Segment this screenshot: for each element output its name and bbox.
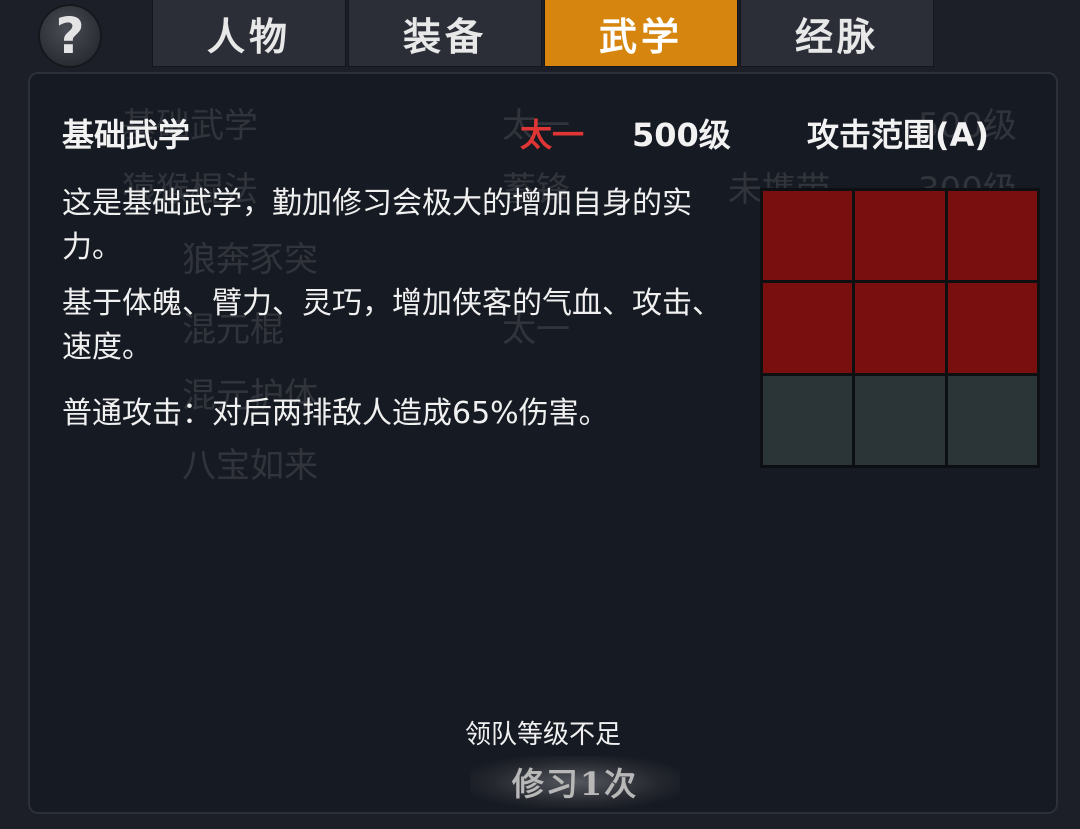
- tab-meridians[interactable]: 经脉: [740, 0, 934, 67]
- range-cell-empty: [855, 375, 945, 465]
- range-cell-empty: [947, 375, 1037, 465]
- attack-range-grid: [760, 188, 1040, 468]
- learn-once-button[interactable]: 修习1次: [470, 756, 680, 808]
- skill-detail-panel: 基础武学 太一 500级 猿猴棍法 蓄锋 未携带 300级 狼奔豕突 混元棍 太…: [28, 72, 1058, 814]
- question-icon: ?: [55, 7, 85, 65]
- tab-character[interactable]: 人物: [152, 0, 346, 67]
- range-cell-empty: [763, 375, 853, 465]
- description-paragraph: 普通攻击：对后两排敌人造成65%伤害。: [62, 396, 609, 431]
- level-warning: 领队等级不足: [464, 720, 621, 750]
- range-cell-hit: [763, 283, 853, 373]
- skill-level: 500级: [632, 116, 731, 154]
- skill-rank: 太一: [520, 116, 585, 154]
- range-cell-hit: [855, 191, 945, 281]
- help-button[interactable]: ?: [38, 4, 102, 68]
- skill-header: 基础武学 太一 500级 攻击范围(A): [62, 110, 1006, 154]
- tab-martial-arts[interactable]: 武学: [544, 0, 738, 67]
- tab-bar: 人物 装备 武学 经脉: [152, 0, 934, 68]
- range-cell-hit: [763, 191, 853, 281]
- skill-name: 基础武学: [62, 116, 191, 154]
- tab-equipment[interactable]: 装备: [348, 0, 542, 67]
- description-paragraph: 这是基础武学，勤加修习会极大的增加自身的实力。: [62, 186, 692, 265]
- range-cell-hit: [947, 283, 1037, 373]
- attack-range-label: 攻击范围(A): [807, 116, 990, 154]
- range-cell-hit: [947, 191, 1037, 281]
- range-cell-hit: [855, 283, 945, 373]
- description-paragraph: 基于体魄、臂力、灵巧，增加侠客的气血、攻击、速度。: [62, 286, 722, 365]
- skill-description: 这是基础武学，勤加修习会极大的增加自身的实力。 基于体魄、臂力、灵巧，增加侠客的…: [62, 182, 742, 448]
